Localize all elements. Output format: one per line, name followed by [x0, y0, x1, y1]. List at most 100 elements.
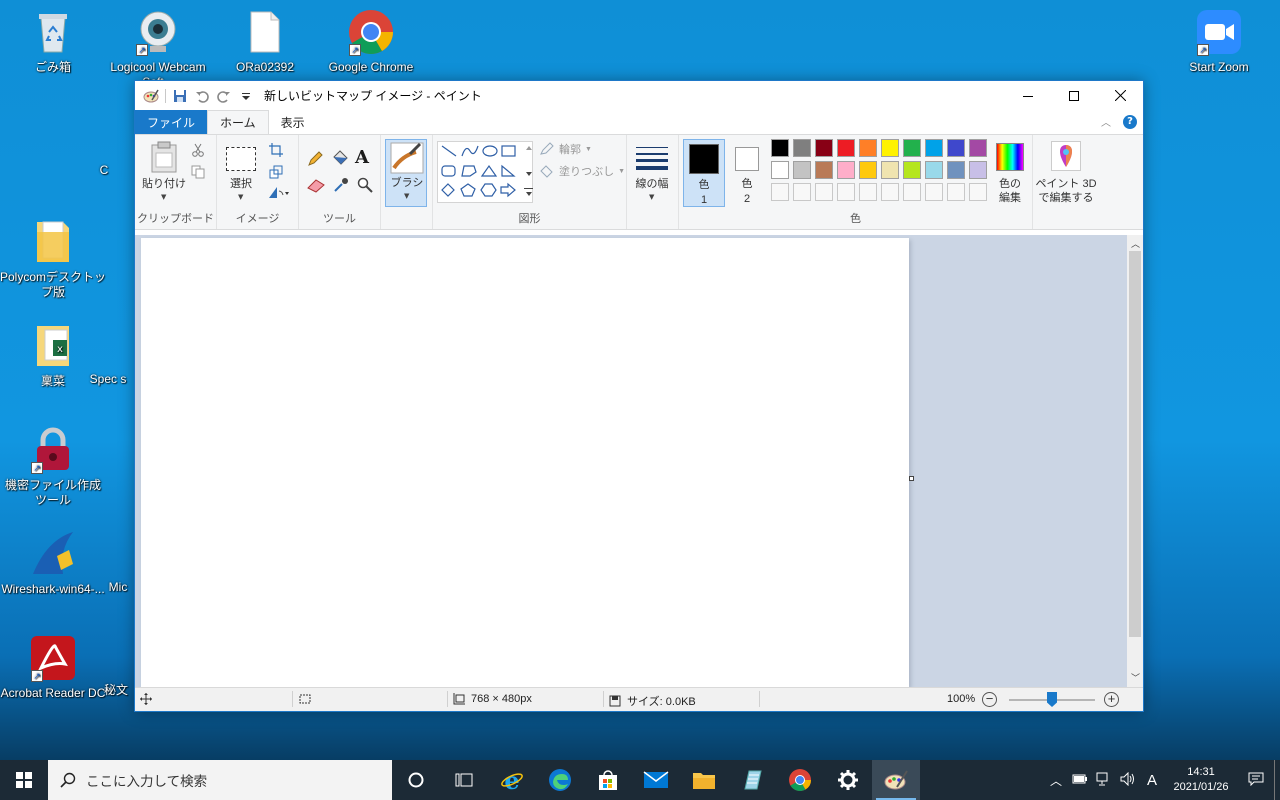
vertical-scrollbar[interactable]: ︿ ﹀	[1127, 235, 1143, 687]
arrow-shape-icon[interactable]	[500, 182, 516, 198]
custom-color-slot[interactable]	[859, 183, 877, 201]
color-swatch[interactable]	[837, 139, 855, 157]
color-swatch[interactable]	[947, 139, 965, 157]
desktop-icon-polycom[interactable]: Polycomデスクトップ版	[0, 218, 106, 300]
color-swatch[interactable]	[771, 139, 789, 157]
color-swatch[interactable]	[969, 161, 987, 179]
color-swatch[interactable]	[881, 161, 899, 179]
resize-icon[interactable]	[269, 165, 283, 179]
zoom-in-button[interactable]: +	[1104, 692, 1119, 707]
pencil-icon[interactable]	[307, 151, 323, 167]
paste-button[interactable]: 貼り付け ▼	[141, 141, 187, 205]
minimize-button[interactable]	[1005, 81, 1051, 110]
network-icon[interactable]	[1092, 772, 1116, 789]
line-width-button[interactable]: 線の幅 ▼	[631, 141, 673, 205]
line-shape-icon[interactable]	[441, 145, 457, 157]
color-swatch[interactable]	[771, 161, 789, 179]
custom-color-slot[interactable]	[925, 183, 943, 201]
rectangle-shape-icon[interactable]	[501, 145, 516, 157]
tab-view[interactable]: 表示	[269, 110, 317, 134]
polygon-shape-icon[interactable]	[461, 165, 477, 177]
taskbar-internet-explorer[interactable]: e	[488, 760, 536, 800]
drawing-canvas[interactable]	[141, 238, 909, 687]
desktop-icon-recycle-bin[interactable]: ごみ箱	[0, 8, 106, 75]
color-swatch[interactable]	[881, 139, 899, 157]
custom-color-slot[interactable]	[947, 183, 965, 201]
taskbar-search-box[interactable]: ここに入力して検索	[48, 760, 392, 800]
scrollbar-thumb[interactable]	[1129, 251, 1141, 637]
paint-app-icon[interactable]	[143, 88, 159, 104]
color-2-button[interactable]: 色 2	[727, 139, 767, 207]
rounded-rectangle-shape-icon[interactable]	[441, 165, 456, 177]
taskbar-paint[interactable]	[872, 760, 920, 800]
desktop-icon-logicool-webcam[interactable]: ↗ Logicool Webcam Soft...	[105, 8, 211, 90]
eraser-icon[interactable]	[307, 179, 325, 193]
text-icon[interactable]: A	[355, 147, 369, 168]
volume-icon[interactable]	[1116, 771, 1140, 789]
cut-icon[interactable]	[191, 143, 205, 157]
undo-icon[interactable]	[194, 88, 210, 104]
custom-color-slot[interactable]	[881, 183, 899, 201]
battery-icon[interactable]	[1068, 773, 1092, 787]
color-swatch[interactable]	[859, 139, 877, 157]
collapse-ribbon-icon[interactable]: ︿	[1101, 114, 1111, 129]
color-1-button[interactable]: 色 1	[683, 139, 725, 207]
copy-icon[interactable]	[191, 165, 205, 179]
maximize-button[interactable]	[1051, 81, 1097, 110]
ime-indicator[interactable]: A	[1140, 772, 1164, 789]
taskbar-file-explorer[interactable]	[680, 760, 728, 800]
color-swatch[interactable]	[947, 161, 965, 179]
task-view-button[interactable]	[440, 760, 488, 800]
edit-with-paint3d-button[interactable]: ペイント 3D で編集する	[1033, 139, 1099, 207]
outline-button[interactable]: 輪郭 ▼	[539, 141, 592, 157]
color-swatch[interactable]	[815, 139, 833, 157]
oval-shape-icon[interactable]	[482, 145, 498, 157]
color-swatch[interactable]	[859, 161, 877, 179]
custom-color-slot[interactable]	[969, 183, 987, 201]
cortana-button[interactable]	[392, 760, 440, 800]
color-swatch[interactable]	[837, 161, 855, 179]
close-button[interactable]	[1097, 81, 1143, 110]
custom-color-slot[interactable]	[793, 183, 811, 201]
zoom-slider-thumb[interactable]	[1047, 692, 1057, 707]
color-swatch[interactable]	[903, 139, 921, 157]
custom-color-slot[interactable]	[815, 183, 833, 201]
color-swatch[interactable]	[793, 161, 811, 179]
desktop-icon-start-zoom[interactable]: ↗ Start Zoom	[1166, 8, 1272, 75]
diamond-shape-icon[interactable]	[441, 183, 455, 197]
save-icon[interactable]	[172, 88, 188, 104]
tab-home[interactable]: ホーム	[207, 110, 269, 134]
color-picker-icon[interactable]	[333, 177, 349, 193]
redo-icon[interactable]	[216, 88, 232, 104]
desktop-icon-secret-file-tool[interactable]: ↗ 機密ファイル作成ツール	[0, 426, 106, 508]
tab-file[interactable]: ファイル	[135, 110, 208, 134]
color-swatch[interactable]	[969, 139, 987, 157]
desktop-icon-ora02392[interactable]: ORa02392	[212, 8, 318, 75]
magnifier-icon[interactable]	[357, 177, 373, 193]
fill-bucket-icon[interactable]	[331, 149, 349, 167]
zoom-out-button[interactable]: −	[982, 692, 997, 707]
taskbar-chrome[interactable]	[776, 760, 824, 800]
triangle-shape-icon[interactable]	[480, 164, 498, 177]
taskbar-edge[interactable]	[536, 760, 584, 800]
show-desktop-button[interactable]	[1274, 760, 1280, 800]
crop-icon[interactable]	[269, 143, 283, 157]
clock[interactable]: 14:31 2021/01/26	[1164, 765, 1238, 795]
color-swatch[interactable]	[903, 161, 921, 179]
select-button[interactable]: 選択 ▼	[221, 143, 261, 205]
rotate-icon[interactable]	[267, 185, 291, 199]
curve-shape-icon[interactable]	[461, 145, 479, 157]
help-icon[interactable]: ?	[1123, 114, 1137, 129]
notification-center-icon[interactable]	[1238, 772, 1274, 789]
start-button[interactable]	[0, 760, 48, 800]
right-triangle-shape-icon[interactable]	[501, 164, 516, 177]
scroll-down-arrow-icon[interactable]: ﹀	[1131, 671, 1140, 684]
color-swatch[interactable]	[925, 161, 943, 179]
desktop-icon-google-chrome[interactable]: ↗ Google Chrome	[318, 8, 424, 75]
color-swatch[interactable]	[793, 139, 811, 157]
custom-color-slot[interactable]	[903, 183, 921, 201]
color-swatch[interactable]	[925, 139, 943, 157]
color-swatch[interactable]	[815, 161, 833, 179]
taskbar-app-notepad[interactable]	[728, 760, 776, 800]
scroll-up-arrow-icon[interactable]: ︿	[1131, 237, 1140, 250]
